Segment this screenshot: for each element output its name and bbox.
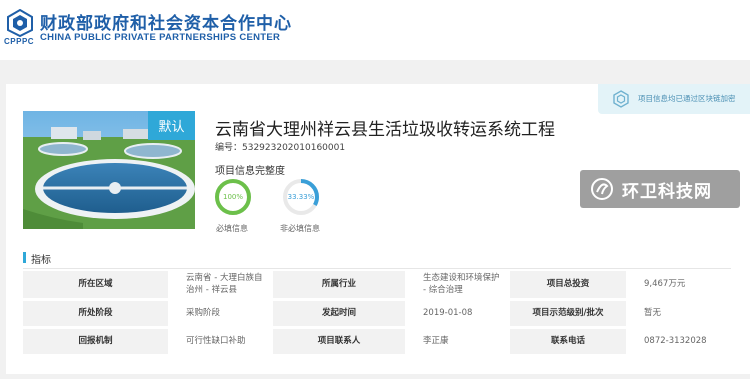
project-title: 云南省大理州祥云县生活垃圾收转运系统工程 — [215, 120, 555, 140]
watermark-overlay: 环卫科技网 — [580, 170, 740, 208]
table-key: 所在区域 — [23, 271, 168, 301]
table-value: 可行性缺口补助 — [168, 327, 273, 357]
table-row: 回报机制 可行性缺口补助 项目联系人 李正康 联系电话 0872-3132028 — [23, 327, 731, 357]
table-key: 发起时间 — [273, 299, 405, 329]
completeness-label: 项目信息完整度 — [215, 166, 285, 177]
blockchain-banner: 项目信息均已通过区块链加密 — [598, 84, 750, 114]
org-name-chinese[interactable]: 财政部政府和社会资本合作中心 — [40, 9, 292, 34]
watermark-text: 环卫科技网 — [622, 182, 712, 202]
table-value: 采购阶段 — [168, 299, 273, 329]
table-key: 项目联系人 — [273, 327, 405, 357]
required-completeness-value: 100% — [222, 193, 243, 201]
table-row: 所在区域 云南省 - 大理白族自治州 - 祥云县 所属行业 生态建设和环境保护 … — [23, 271, 731, 301]
project-code: 编号：53292320201016000​1 — [215, 143, 346, 153]
section-accent-bar — [23, 252, 26, 263]
site-header: CPPPC 财政部政府和社会资本合作中心 CHINA PUBLIC PRIVAT… — [0, 0, 750, 60]
section-title-indicators: 指标 — [31, 255, 51, 266]
table-key: 项目示范级别/批次 — [510, 299, 626, 329]
logo-abbreviation: CPPPC — [4, 37, 35, 46]
optional-caption: 非必填信息 — [280, 224, 320, 233]
blockchain-icon — [613, 90, 629, 108]
table-key: 联系电话 — [510, 327, 626, 357]
table-key: 项目总投资 — [510, 271, 626, 301]
table-value: 李正康 — [405, 327, 510, 357]
table-value: 9,467万元 — [626, 271, 731, 301]
blockchain-banner-text: 项目信息均已通过区块链加密 — [638, 94, 736, 103]
table-value: 云南省 - 大理白族自治州 - 祥云县 — [168, 271, 273, 301]
optional-completeness-ring: 33.33% — [282, 178, 320, 216]
org-name-english: CHINA PUBLIC PRIVATE PARTNERSHIPS CENTER — [40, 32, 281, 43]
default-image-badge: 默认 — [148, 111, 195, 140]
required-caption: 必填信息 — [216, 224, 248, 233]
required-completeness-ring: 100% — [214, 178, 252, 216]
cpppc-logo-icon[interactable] — [6, 9, 34, 37]
indicators-table: 所在区域 云南省 - 大理白族自治州 - 祥云县 所属行业 生态建设和环境保护 … — [23, 271, 731, 357]
table-row: 所处阶段 采购阶段 发起时间 2019-01-08 项目示范级别/批次 暂无 — [23, 299, 731, 329]
section-divider — [23, 268, 731, 269]
watermark-logo-icon — [591, 178, 613, 200]
table-value: 0872-3132028 — [626, 327, 731, 357]
table-key: 所处阶段 — [23, 299, 168, 329]
table-value: 2019-01-08 — [405, 299, 510, 329]
optional-completeness-value: 33.33% — [287, 193, 315, 201]
table-value: 暂无 — [626, 299, 731, 329]
table-key: 回报机制 — [23, 327, 168, 357]
table-key: 所属行业 — [273, 271, 405, 301]
table-value: 生态建设和环境保护 - 综合治理 — [405, 271, 510, 301]
